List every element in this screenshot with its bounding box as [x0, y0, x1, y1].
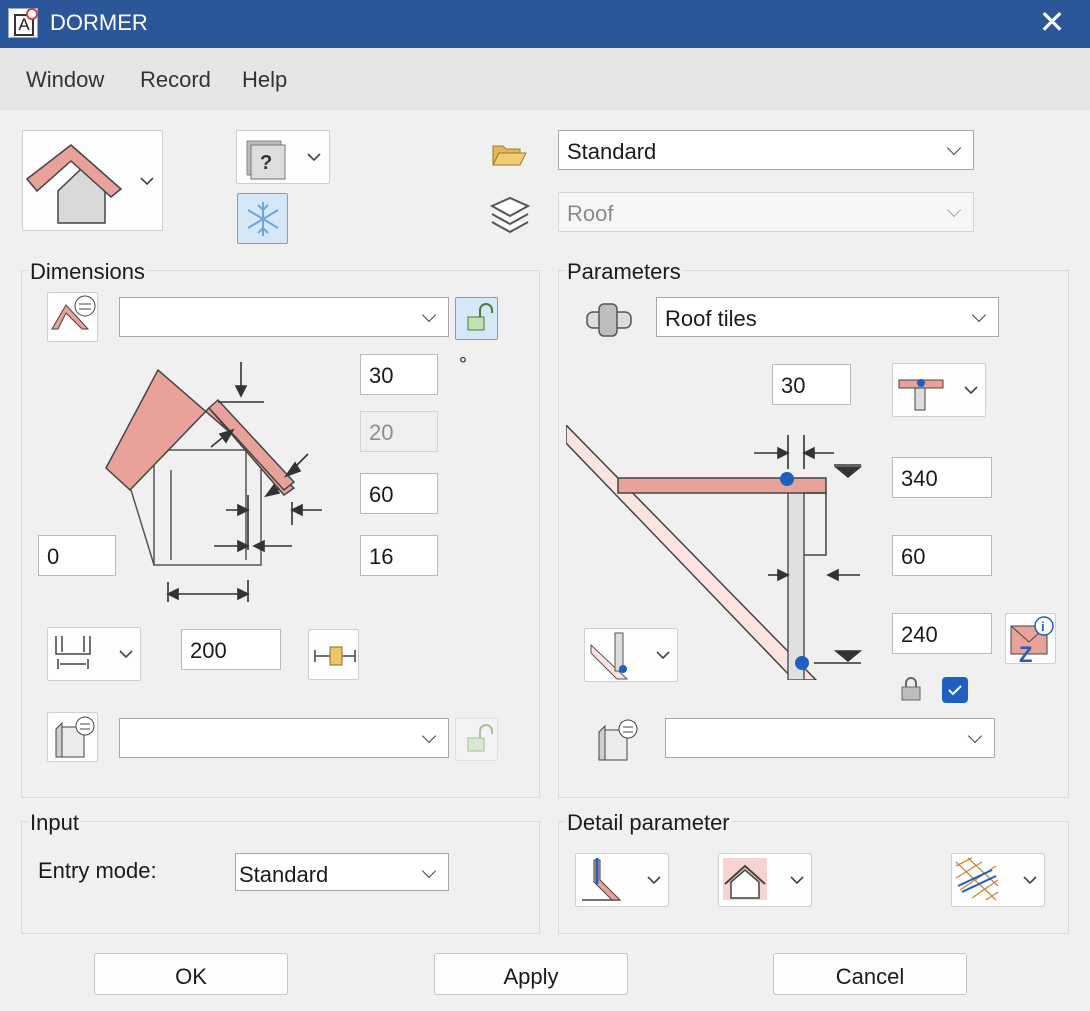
lock-icon [901, 677, 921, 701]
help-info-dropdown[interactable]: ? [236, 130, 330, 184]
width-field[interactable]: 200 [181, 629, 281, 670]
dormer-section-diagram [105, 362, 322, 602]
beam-type-dropdown[interactable] [892, 363, 986, 417]
ok-button[interactable]: OK [94, 953, 288, 995]
height3-field[interactable]: 240 [892, 613, 992, 654]
cancel-button[interactable]: Cancel [773, 953, 967, 995]
wall-settings-icon[interactable] [595, 716, 643, 764]
eave-join-icon [582, 858, 661, 901]
menu-window[interactable]: Window [26, 67, 104, 93]
width-mode-dropdown[interactable] [47, 627, 141, 681]
chevron-down-icon [946, 202, 962, 218]
dormer-type-icon [25, 144, 154, 224]
thickness-field[interactable]: 60 [360, 473, 438, 514]
dimensions-title: Dimensions [28, 259, 147, 285]
height1-field[interactable]: 340 [892, 457, 992, 498]
info-label-button[interactable]: Z i [1005, 613, 1056, 665]
width-dimension-icon [55, 636, 133, 669]
style-combo[interactable]: Standard [558, 130, 974, 170]
svg-text:?: ? [260, 152, 272, 174]
bottom-unlock-button[interactable] [455, 718, 498, 761]
checkmark-icon [948, 685, 962, 696]
offset-field[interactable]: 16 [360, 535, 438, 576]
beam-section-icon [898, 379, 978, 411]
title-bar [0, 0, 1090, 48]
parameters-title: Parameters [565, 259, 683, 285]
entry-mode-label: Entry mode: [38, 858, 157, 883]
menu-record[interactable]: Record [140, 67, 211, 93]
param-top-field[interactable]: 30 [772, 364, 851, 405]
bottom-settings-button[interactable] [47, 712, 98, 762]
app-icon: A [8, 8, 38, 38]
freeze-toggle-button[interactable] [237, 193, 288, 244]
menu-help[interactable]: Help [242, 67, 287, 93]
detail-title: Detail parameter [565, 810, 732, 836]
snowflake-icon [247, 202, 279, 236]
unlock-icon [467, 724, 493, 752]
layer-combo[interactable]: Roof [558, 192, 974, 232]
svg-text:i: i [1041, 619, 1045, 634]
param-bottom-combo[interactable] [665, 718, 995, 758]
width2-field[interactable]: 60 [892, 535, 992, 576]
profile-combo[interactable] [119, 297, 449, 337]
unlock-toggle-button[interactable] [455, 297, 498, 340]
material-combo[interactable]: Roof tiles [656, 297, 999, 337]
detail-join-dropdown[interactable] [575, 853, 669, 907]
roof-tiles-icon [586, 303, 632, 337]
chevron-down-icon [971, 307, 987, 323]
svg-text:Z: Z [1019, 642, 1032, 665]
window-title: DORMER [50, 10, 148, 35]
material-combo-value: Roof tiles [665, 306, 757, 331]
lock-checkbox[interactable] [942, 677, 968, 703]
entry-mode-value: Standard [239, 862, 329, 887]
layers-icon[interactable] [488, 194, 532, 238]
style-combo-value: Standard [567, 139, 657, 164]
chevron-down-icon [421, 728, 437, 744]
angle-field[interactable]: 30 [360, 354, 438, 395]
house-outline-icon [723, 858, 804, 900]
overhang-field: 20 [360, 411, 438, 452]
chevron-down-icon [421, 307, 437, 323]
degree-unit: ° [459, 354, 467, 376]
wall-settings-icon [55, 716, 95, 758]
chevron-down-icon [421, 863, 437, 879]
layer-combo-value: Roof [567, 201, 614, 226]
input-title: Input [28, 810, 81, 836]
hatch-pattern-icon [955, 857, 1037, 901]
folder-open-icon[interactable] [490, 138, 530, 170]
label-info-icon: Z i [1010, 616, 1054, 665]
chevron-down-icon [967, 728, 983, 744]
rafter-type-dropdown[interactable] [584, 628, 678, 682]
apply-button[interactable]: Apply [434, 953, 628, 995]
chevron-down-icon [946, 140, 962, 156]
close-button[interactable]: ✕ [1034, 2, 1070, 42]
roof-profile-settings-icon [51, 295, 96, 330]
left-offset-field[interactable]: 0 [38, 535, 116, 576]
detail-hatch-dropdown[interactable] [951, 853, 1045, 907]
question-box-icon: ? [246, 140, 321, 180]
profile-settings-button[interactable] [47, 292, 98, 342]
dormer-type-dropdown[interactable] [22, 130, 163, 231]
entry-mode-combo[interactable]: Standard [235, 853, 449, 891]
unlock-icon [467, 303, 493, 331]
rafter-join-icon [590, 632, 670, 680]
bottom-combo[interactable] [119, 718, 449, 758]
measure-button[interactable] [308, 629, 359, 680]
detail-house-dropdown[interactable] [718, 853, 812, 907]
ruler-measure-icon [314, 646, 356, 666]
